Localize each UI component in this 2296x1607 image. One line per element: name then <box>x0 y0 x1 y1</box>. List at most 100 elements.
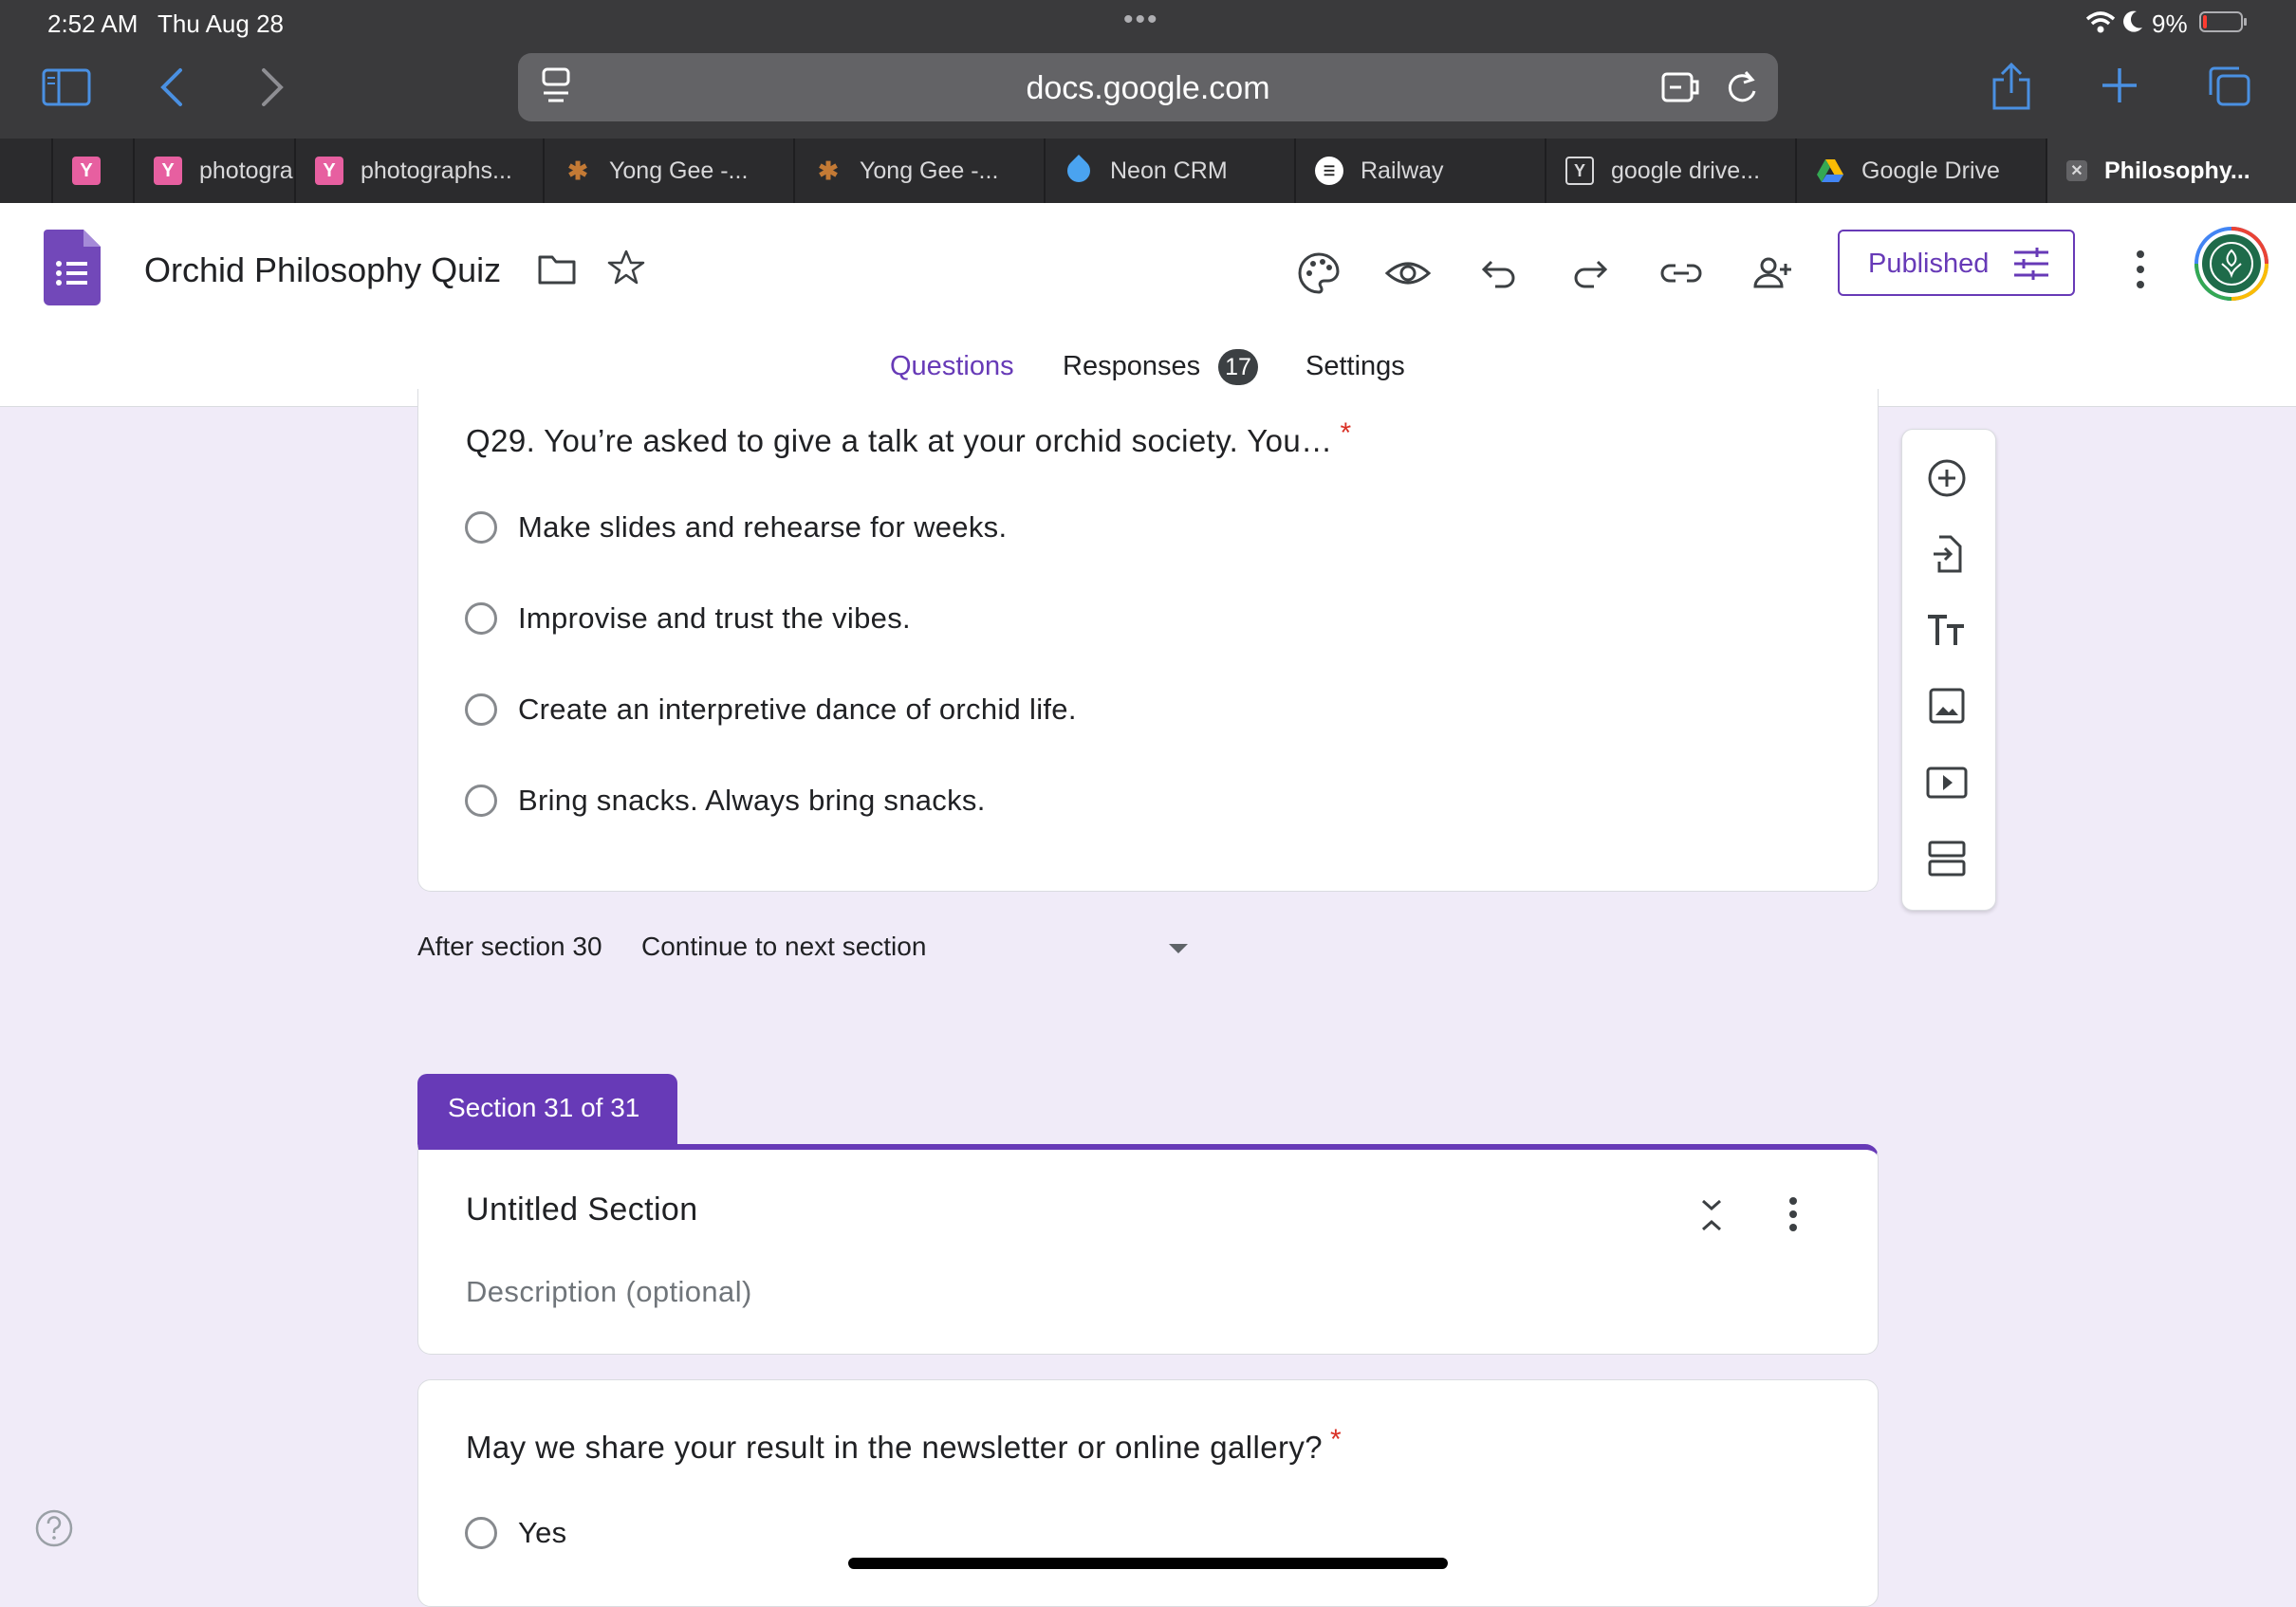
wifi-icon <box>2085 11 2116 33</box>
palette-icon[interactable] <box>1290 245 1347 302</box>
help-icon[interactable] <box>34 1508 74 1548</box>
folder-icon[interactable] <box>537 252 577 286</box>
published-label: Published <box>1868 249 1990 279</box>
add-video-icon[interactable] <box>1918 753 1975 810</box>
moon-icon <box>2123 10 2142 32</box>
radio-button[interactable] <box>465 785 497 817</box>
tab-overview-icon[interactable] <box>2207 65 2252 108</box>
after-section-dropdown[interactable]: Continue to next section <box>641 928 1192 970</box>
redo-icon[interactable] <box>1562 245 1619 302</box>
reload-icon[interactable] <box>1725 68 1759 106</box>
option-label: Improvise and trust the vibes. <box>518 601 911 635</box>
account-avatar-icon[interactable] <box>2194 226 2269 302</box>
section-card[interactable]: Untitled Section Description (optional) <box>417 1144 1879 1355</box>
multitask-dots-icon[interactable]: ••• <box>1123 4 1159 36</box>
browser-tab[interactable]: Y google drive... <box>1545 139 1795 203</box>
tab-questions[interactable]: Questions <box>890 351 1014 382</box>
browser-tab[interactable]: Y <box>51 139 123 203</box>
browser-tab[interactable]: Y photographs... <box>294 139 543 203</box>
question-card[interactable]: May we share your result in the newslett… <box>417 1379 1879 1607</box>
new-tab-icon[interactable] <box>2101 66 2139 104</box>
radio-option[interactable]: Make slides and rehearse for weeks. <box>465 510 1007 545</box>
railway-icon: ☰ <box>1315 157 1343 185</box>
required-asterisk: * <box>1340 417 1352 449</box>
share-icon[interactable] <box>1990 61 2032 112</box>
section-badge: Section 31 of 31 <box>417 1074 677 1144</box>
bug-icon: ✱ <box>567 156 588 185</box>
import-questions-icon[interactable] <box>1918 526 1975 582</box>
bug-icon: ✱ <box>818 156 839 185</box>
link-icon[interactable] <box>1653 245 1710 302</box>
forms-header: Orchid Philosophy Quiz Published Questio… <box>0 203 2296 407</box>
battery-percent: 9% <box>2152 9 2188 38</box>
add-collaborator-icon[interactable] <box>1744 245 1801 302</box>
google-forms-logo-icon[interactable] <box>44 230 101 305</box>
question-title: May we share your result in the newslett… <box>466 1424 1342 1466</box>
extension-icon[interactable] <box>1660 68 1702 106</box>
radio-option[interactable]: Yes <box>465 1516 566 1550</box>
tab-label: Yong Gee -... <box>860 157 999 184</box>
radio-button[interactable] <box>465 511 497 544</box>
radio-button[interactable] <box>465 1517 497 1549</box>
responses-count-badge: 17 <box>1218 349 1258 385</box>
collapse-section-icon[interactable] <box>1699 1197 1724 1233</box>
y-icon: Y <box>72 157 101 185</box>
question-title-text: Q29. You’re asked to give a talk at your… <box>466 423 1333 458</box>
required-asterisk: * <box>1330 1424 1342 1455</box>
add-image-icon[interactable] <box>1918 677 1975 734</box>
sidebar-toggle-icon[interactable] <box>42 68 91 106</box>
undo-icon[interactable] <box>1471 245 1528 302</box>
drop-icon <box>1063 155 1095 187</box>
section-title[interactable]: Untitled Section <box>466 1191 698 1228</box>
browser-tab[interactable]: Y photogra <box>133 139 294 203</box>
tab-label: Yong Gee -... <box>609 157 749 184</box>
dropdown-arrow-icon <box>1169 944 1188 953</box>
browser-tab[interactable]: ✱ Yong Gee -... <box>543 139 793 203</box>
browser-tab[interactable]: Google Drive <box>1795 139 2046 203</box>
status-date: Thu Aug 28 <box>157 9 284 38</box>
tab-label: google drive... <box>1611 157 1761 184</box>
option-label: Create an interpretive dance of orchid l… <box>518 693 1077 726</box>
browser-chrome: 2:52 AM Thu Aug 28 ••• 9% docs.google.co… <box>0 0 2296 203</box>
browser-tab[interactable]: ✱ Yong Gee -... <box>793 139 1044 203</box>
browser-tab[interactable]: Neon CRM <box>1044 139 1294 203</box>
browser-tab[interactable]: ☰ Railway <box>1294 139 1545 203</box>
close-tab-icon[interactable]: ✕ <box>2066 160 2087 181</box>
question-title-text: May we share your result in the newslett… <box>466 1430 1323 1465</box>
section-more-options-icon[interactable] <box>1781 1193 1805 1235</box>
tab-settings[interactable]: Settings <box>1305 351 1405 382</box>
add-section-icon[interactable] <box>1918 829 1975 886</box>
back-icon[interactable] <box>159 66 184 108</box>
add-question-icon[interactable] <box>1918 450 1975 507</box>
option-label: Yes <box>518 1516 567 1549</box>
browser-tab-active[interactable]: ✕ Philosophy... <box>2046 139 2296 203</box>
tab-strip: Y Y photogra Y photographs... ✱ Yong Gee… <box>0 139 2296 203</box>
form-title[interactable]: Orchid Philosophy Quiz <box>144 250 501 290</box>
tab-label: Google Drive <box>1861 157 2000 184</box>
after-section-value: Continue to next section <box>641 932 927 961</box>
radio-option[interactable]: Create an interpretive dance of orchid l… <box>465 693 1077 727</box>
radio-option[interactable]: Bring snacks. Always bring snacks. <box>465 784 986 818</box>
published-button[interactable]: Published <box>1838 230 2075 296</box>
option-label: Bring snacks. Always bring snacks. <box>518 784 986 817</box>
y-icon: Y <box>154 157 182 185</box>
tab-responses[interactable]: Responses <box>1063 351 1200 382</box>
status-bar: 2:52 AM Thu Aug 28 ••• 9% <box>0 0 2296 46</box>
forward-icon[interactable] <box>260 66 285 108</box>
radio-button[interactable] <box>465 693 497 726</box>
preview-eye-icon[interactable] <box>1379 245 1436 302</box>
y-icon: Y <box>315 157 343 185</box>
radio-option[interactable]: Improvise and trust the vibes. <box>465 601 911 636</box>
add-title-text-icon[interactable] <box>1918 601 1975 658</box>
status-time: 2:52 AM <box>47 9 139 38</box>
radio-button[interactable] <box>465 602 497 635</box>
after-section-label: After section 30 <box>417 932 602 961</box>
section-description-field[interactable]: Description (optional) <box>466 1275 752 1309</box>
tab-label: Philosophy... <box>2104 157 2250 184</box>
star-icon[interactable] <box>607 249 645 286</box>
address-bar[interactable]: docs.google.com <box>518 53 1778 121</box>
google-drive-icon <box>1817 159 1843 182</box>
home-indicator[interactable] <box>848 1558 1448 1569</box>
more-options-icon[interactable] <box>2123 241 2157 298</box>
tab-label: photogra <box>199 157 293 184</box>
